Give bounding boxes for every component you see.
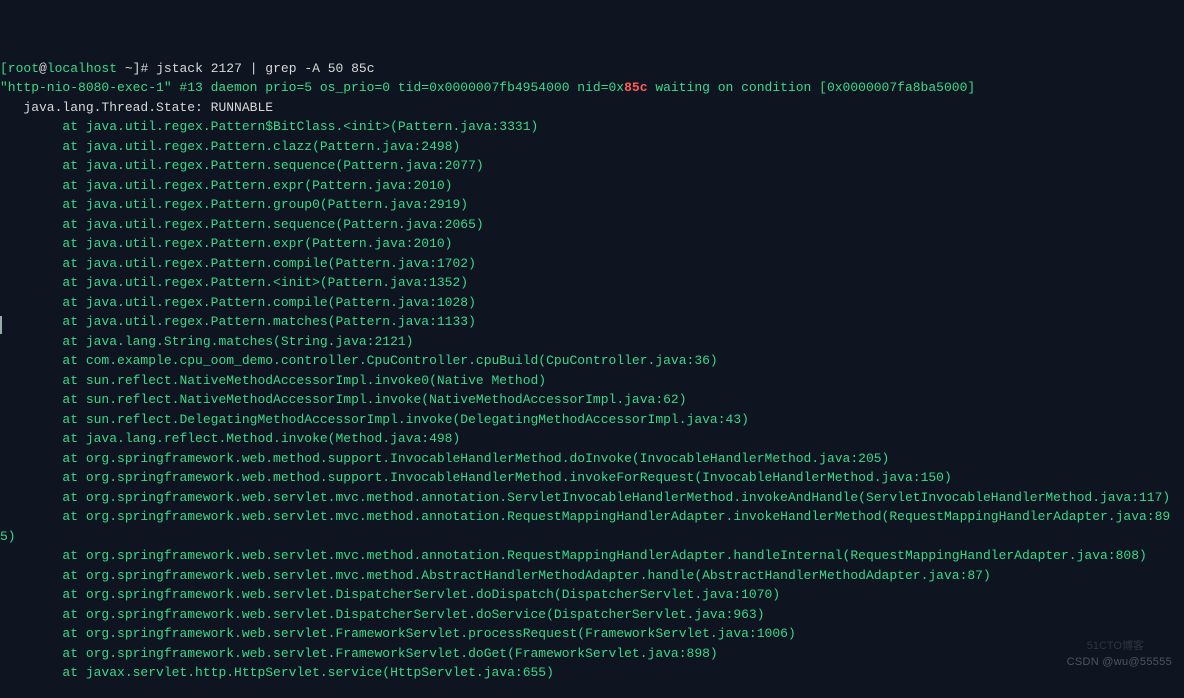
stack-frame: at java.util.regex.Pattern.group0(Patter… — [0, 197, 468, 212]
command-text[interactable]: jstack 2127 | grep -A 50 85c — [156, 61, 374, 76]
stack-frame: at java.util.regex.Pattern.expr(Pattern.… — [0, 178, 453, 193]
stack-frame: at org.springframework.web.servlet.mvc.m… — [0, 548, 1147, 563]
stack-frame: at sun.reflect.NativeMethodAccessorImpl.… — [0, 373, 546, 388]
stack-frame: at org.springframework.web.servlet.mvc.m… — [0, 568, 991, 583]
thread-state-line: java.lang.Thread.State: RUNNABLE — [0, 100, 273, 115]
watermark-secondary: 51CTO博客 — [1087, 637, 1144, 657]
stack-frame: at java.util.regex.Pattern.expr(Pattern.… — [0, 236, 453, 251]
stack-frame: at java.lang.String.matches(String.java:… — [0, 334, 413, 349]
stack-frame: at java.util.regex.Pattern.sequence(Patt… — [0, 158, 484, 173]
stack-frame: at java.lang.reflect.Method.invoke(Metho… — [0, 431, 460, 446]
stack-frame: at org.springframework.web.method.suppor… — [0, 451, 889, 466]
stack-frame: at java.util.regex.Pattern$BitClass.<ini… — [0, 119, 538, 134]
stack-frame: at java.util.regex.Pattern.compile(Patte… — [0, 256, 476, 271]
shell-prompt: [root@localhost ~ — [0, 61, 133, 76]
stack-frame: at java.util.regex.Pattern.compile(Patte… — [0, 295, 476, 310]
terminal-output: [root@localhost ~]# jstack 2127 | grep -… — [0, 59, 1184, 683]
stack-frame: at com.example.cpu_oom_demo.controller.C… — [0, 353, 718, 368]
nid-highlight: 85c — [624, 80, 647, 95]
stack-frame: at org.springframework.web.servlet.Frame… — [0, 626, 796, 641]
stack-frame: at java.util.regex.Pattern.clazz(Pattern… — [0, 139, 460, 154]
thread-header-line: "http-nio-8080-exec-1" #13 daemon prio=5… — [0, 80, 975, 95]
stack-frame: at sun.reflect.DelegatingMethodAccessorI… — [0, 412, 749, 427]
stack-frame: at org.springframework.web.servlet.mvc.m… — [0, 509, 1170, 544]
stack-frame: at sun.reflect.NativeMethodAccessorImpl.… — [0, 392, 687, 407]
stack-frame: at java.util.regex.Pattern.<init>(Patter… — [0, 275, 468, 290]
stack-frame: at java.util.regex.Pattern.matches(Patte… — [0, 314, 476, 329]
stack-frame: at org.springframework.web.servlet.Frame… — [0, 646, 718, 661]
stack-frame: at java.util.regex.Pattern.sequence(Patt… — [0, 217, 484, 232]
stack-frame: at org.springframework.web.servlet.Dispa… — [0, 587, 780, 602]
text-cursor — [0, 316, 2, 334]
stack-frame: at org.springframework.web.method.suppor… — [0, 470, 952, 485]
stack-frame: at org.springframework.web.servlet.mvc.m… — [0, 490, 1170, 505]
stack-frame: at org.springframework.web.servlet.Dispa… — [0, 607, 765, 622]
prompt-suffix: ]# — [133, 61, 149, 76]
